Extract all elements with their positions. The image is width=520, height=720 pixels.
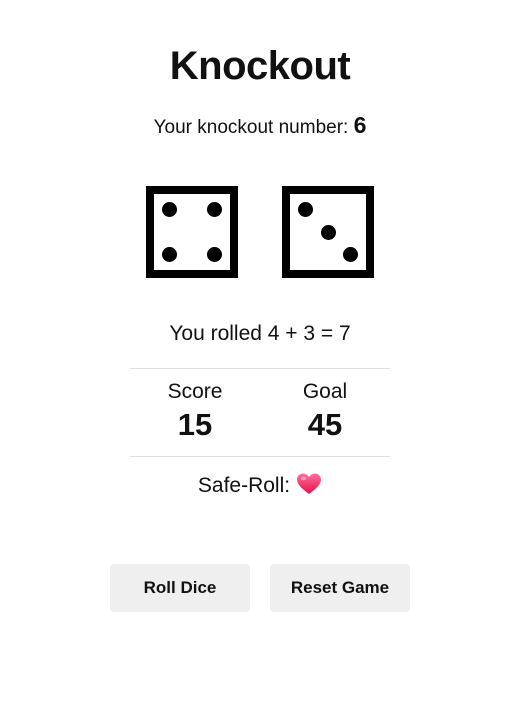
die-left: [146, 186, 238, 278]
score-label: Score: [167, 380, 223, 403]
die-pip: [298, 202, 313, 217]
heart-icon: [296, 472, 322, 496]
knockout-number-label: Your knockout number:: [153, 117, 349, 138]
die-pip: [320, 224, 336, 240]
die-pip: [162, 247, 177, 262]
goal-value: 45: [307, 407, 343, 442]
die-pip: [207, 202, 222, 217]
goal-label: Goal: [302, 380, 348, 403]
safe-roll-label: Safe-Roll:: [197, 474, 291, 497]
score-stat: Score 15: [135, 378, 255, 444]
divider-top: [130, 368, 390, 369]
die-pip: [207, 247, 222, 262]
score-value: 15: [177, 407, 213, 442]
goal-stat: Goal 45: [265, 378, 385, 444]
reset-game-button[interactable]: Reset Game: [270, 564, 410, 612]
game-title: Knockout: [169, 44, 351, 88]
roll-result-text: You rolled 4 + 3 = 7: [169, 322, 351, 345]
roll-dice-button[interactable]: Roll Dice: [110, 564, 250, 612]
divider-bottom: [130, 456, 390, 457]
knockout-number-value: 6: [353, 112, 367, 138]
safe-roll-line: Safe-Roll:: [0, 470, 520, 502]
die-pip: [162, 202, 177, 217]
die-pip: [343, 247, 358, 262]
die-right: [282, 186, 374, 278]
knockout-number-line: Your knockout number: 6: [0, 110, 520, 143]
